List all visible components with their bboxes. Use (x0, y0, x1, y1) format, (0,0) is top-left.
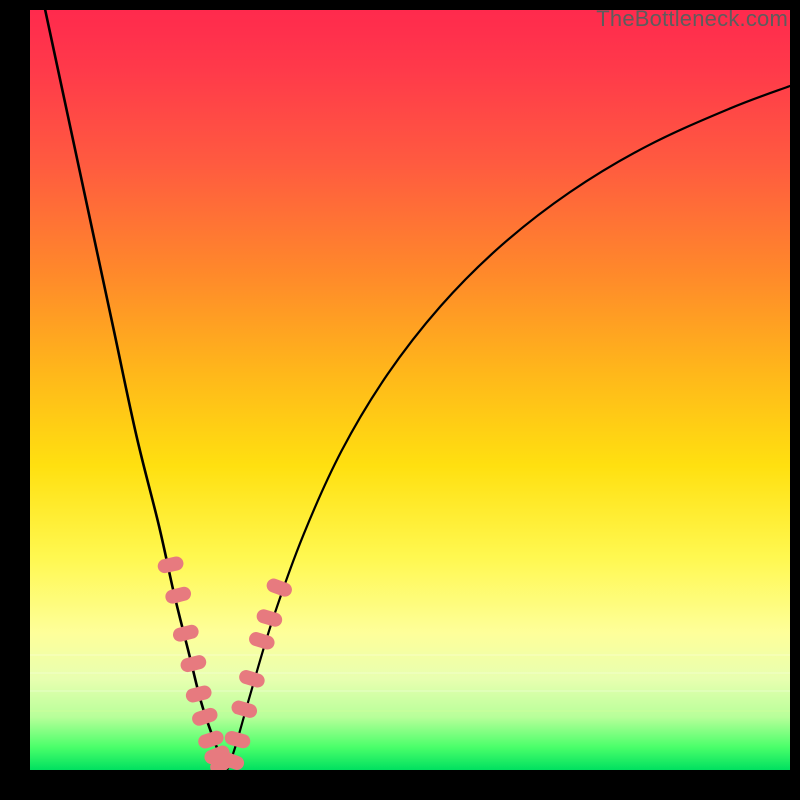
data-marker (265, 577, 294, 599)
watermark-text: TheBottleneck.com (596, 6, 788, 32)
data-marker (223, 729, 252, 750)
data-marker (247, 630, 276, 651)
data-marker (179, 654, 208, 674)
data-marker (230, 699, 259, 720)
chart-frame: TheBottleneck.com (0, 0, 800, 800)
data-marker (156, 555, 184, 574)
curve-left-branch (45, 10, 227, 769)
plot-area (30, 10, 790, 770)
data-marker (171, 623, 200, 643)
curves-svg (30, 10, 790, 770)
data-marker (190, 706, 219, 727)
data-marker (184, 684, 213, 704)
curve-right-branch (228, 86, 790, 769)
data-marker (164, 585, 193, 605)
data-marker (255, 608, 284, 629)
